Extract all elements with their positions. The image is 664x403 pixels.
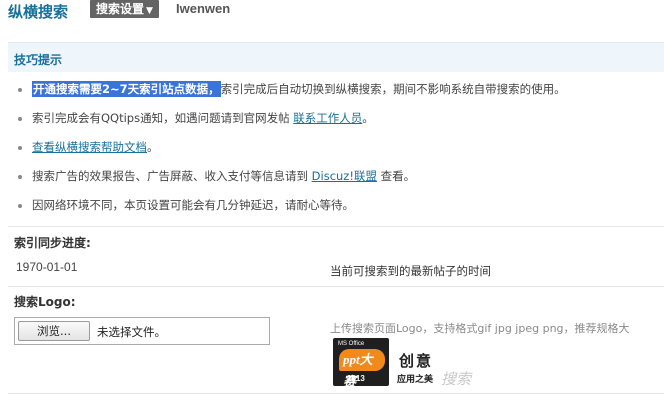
tips-header: 技巧提示 [8,42,664,72]
tips-title: 技巧提示 [14,53,63,67]
brand-title: 纵横搜索 [8,3,69,21]
tip-item: 因网络环境不同，本页设置可能会有几分钟延迟，请耐心等待。 [18,197,354,215]
logo-subtitle: 应用之美 [397,375,434,385]
browse-button[interactable]: 浏览... [18,321,90,341]
ppt-badge-logo: MS Office ppt大赛 2013 [333,338,389,389]
bullet-icon [18,203,22,208]
tip-text: 搜索广告的效果报告、广告屏蔽、收入支付等信息请到 [32,169,312,183]
logo-watermark: 搜索 [441,370,472,388]
search-logo-label: 搜索Logo: [14,295,76,309]
username: Iwenwen [176,1,231,16]
tip-highlight-text: 开通搜索需要2~7天索引站点数据， [32,81,221,97]
tip-item: 搜索广告的效果报告、广告屏蔽、收入支付等信息请到 Discuz!联盟 查看。 [18,168,415,186]
search-settings-dropdown[interactable]: 搜索设置 ▼ [90,0,159,18]
divider [8,226,664,227]
bullet-icon [18,116,22,121]
bullet-icon [18,145,22,150]
logo-badge-main: ppt大赛 [339,349,385,389]
tip-text: 索引完成后自动切换到纵横搜索，期间不影响系统自带搜索的使用。 [220,82,566,96]
logo-badge-year: 2013 [347,374,365,383]
upload-hint: 上传搜索页面Logo，支持格式gif jpg jpeg png，推荐规格大 [330,322,630,335]
bullet-icon [18,87,22,92]
discuz-union-link[interactable]: Discuz!联盟 [312,169,377,183]
divider [8,286,664,287]
logo-title: 创意 [399,352,434,370]
tip-item: 索引完成会有QQtips通知，如遇问题请到官网发帖 联系工作人员。 [18,110,374,128]
tip-text: 索引完成会有QQtips通知，如遇问题请到官网发帖 [32,111,294,125]
tip-text-after: 。 [147,140,159,154]
caret-down-icon: ▼ [146,6,153,16]
current-logo-image: MS Office ppt大赛 2013 创意 应用之美 搜索 [333,338,483,389]
logo-badge-top: MS Office [338,341,365,347]
tip-item: 查看纵横搜索帮助文档。 [18,139,159,157]
help-docs-link[interactable]: 查看纵横搜索帮助文档 [32,140,147,154]
bullet-icon [18,174,22,179]
index-progress-description: 当前可搜索到的最新帖子的时间 [330,264,491,278]
logo-file-input[interactable]: 浏览... 未选择文件。 [14,317,270,345]
index-progress-label: 索引同步进度: [14,236,91,250]
tip-text-after: 。 [362,111,374,125]
tip-text: 因网络环境不同，本页设置可能会有几分钟延迟，请耐心等待。 [32,198,354,212]
divider [8,393,664,394]
tip-text-after: 查看。 [376,169,416,183]
search-settings-label: 搜索设置 [96,2,145,16]
tip-item: 开通搜索需要2~7天索引站点数据，索引完成后自动切换到纵横搜索，期间不影响系统自… [18,81,566,99]
file-status-text: 未选择文件。 [97,325,166,339]
contact-staff-link[interactable]: 联系工作人员 [293,111,362,125]
top-bar: 纵横搜索 搜索设置 ▼ Iwenwen [0,0,664,22]
index-progress-date: 1970-01-01 [16,260,78,274]
